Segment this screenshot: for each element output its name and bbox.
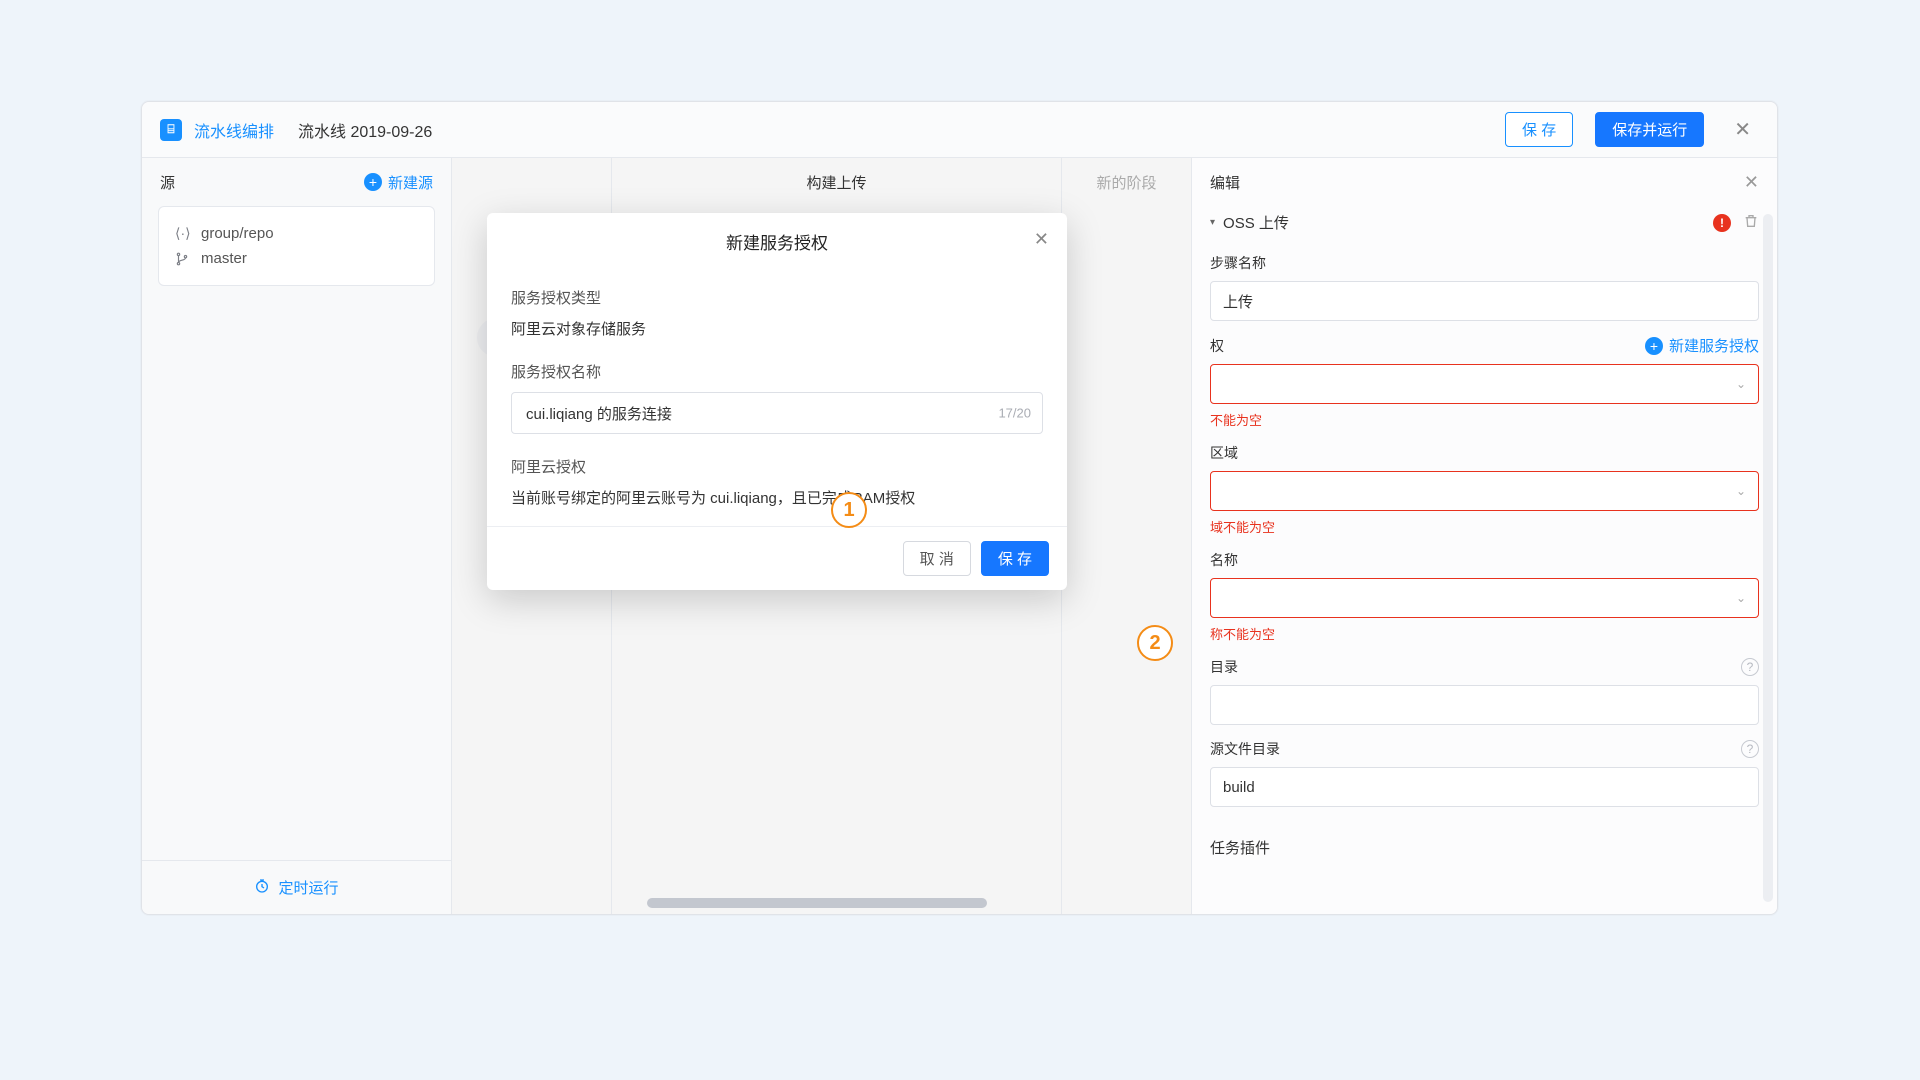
source-footer: 定时运行 <box>142 860 451 914</box>
source-repo: group/repo <box>201 225 274 242</box>
chevron-down-icon: ⌄ <box>1736 591 1746 605</box>
repo-icon: ⟨·⟩ <box>175 225 191 242</box>
new-service-auth-modal: 新建服务授权 ✕ 服务授权类型 阿里云对象存储服务 服务授权名称 17/20 阿… <box>487 213 1067 590</box>
header-title[interactable]: 流水线编排 <box>194 118 274 142</box>
callout-1: 1 <box>831 492 867 528</box>
task-plugins-heading: 任务插件 <box>1210 831 1759 864</box>
edit-panel: 编辑 ✕ ▾ OSS 上传 ! 步骤名称 上传 权 <box>1192 158 1777 914</box>
service-auth-label: 权 <box>1210 336 1224 356</box>
plus-circle-icon: + <box>364 173 382 191</box>
stage-3-column: 新的阶段 <box>1062 158 1192 914</box>
chevron-down-icon: ⌄ <box>1736 484 1746 498</box>
modal-footer: 取 消 保 存 <box>487 526 1067 590</box>
chevron-down-icon: ⌄ <box>1736 377 1746 391</box>
modal-close-icon[interactable]: ✕ <box>1034 229 1049 250</box>
bucket-name-error: 称不能为空 <box>1210 624 1759 643</box>
task-plugins-label: 任务插件 <box>1210 837 1270 858</box>
modal-body: 服务授权类型 阿里云对象存储服务 服务授权名称 17/20 阿里云授权 当前账号… <box>487 269 1067 526</box>
source-dir-input[interactable]: build <box>1210 767 1759 807</box>
target-dir-input[interactable] <box>1210 685 1759 725</box>
header-subtitle: 流水线 2019-09-26 <box>298 118 432 142</box>
caret-down-icon: ▾ <box>1210 217 1215 228</box>
ali-auth-label: 阿里云授权 <box>511 456 1043 477</box>
source-dir-value: build <box>1223 779 1255 796</box>
new-source-link[interactable]: + 新建源 <box>364 172 433 193</box>
target-dir-label-row: 目录 ? <box>1210 657 1759 677</box>
modal-header: 新建服务授权 ✕ <box>487 213 1067 269</box>
bucket-name-label: 名称 <box>1210 550 1759 570</box>
source-branch: master <box>201 250 247 267</box>
error-dot-icon: ! <box>1713 214 1731 232</box>
auth-type-value: 阿里云对象存储服务 <box>511 318 1043 339</box>
service-auth-row: 权 + 新建服务授权 <box>1210 335 1759 356</box>
auth-type-label: 服务授权类型 <box>511 287 1043 308</box>
header-bar: ⌸ 流水线编排 流水线 2019-09-26 保 存 保存并运行 ✕ <box>142 102 1777 158</box>
callout-2: 2 <box>1137 625 1173 661</box>
stage-2-heading: 构建上传 <box>806 172 866 193</box>
oss-upload-section[interactable]: ▾ OSS 上传 ! <box>1210 206 1759 239</box>
branch-icon <box>175 252 191 266</box>
stage-2-header: 构建上传 <box>612 158 1061 206</box>
bucket-name-select[interactable]: ⌄ <box>1210 578 1759 618</box>
ali-auth-desc: 当前账号绑定的阿里云账号为 cui.liqiang，且已完成RAM授权 <box>511 487 1043 508</box>
step-name-label: 步骤名称 <box>1210 253 1759 273</box>
source-card[interactable]: ⟨·⟩ group/repo master <box>158 206 435 286</box>
pipeline-icon: ⌸ <box>160 119 182 141</box>
scrollbar-vertical[interactable] <box>1763 214 1773 902</box>
auth-name-counter: 17/20 <box>998 406 1031 421</box>
callout-2-number: 2 <box>1149 632 1160 655</box>
target-dir-label: 目录 <box>1210 657 1238 677</box>
scrollbar-horizontal[interactable] <box>647 898 987 908</box>
source-dir-label: 源文件目录 <box>1210 739 1280 759</box>
stage-3-header: 新的阶段 <box>1062 158 1191 206</box>
edit-panel-body: ▾ OSS 上传 ! 步骤名称 上传 权 + 新建服务授权 <box>1192 206 1777 914</box>
service-auth-select[interactable]: ⌄ <box>1210 364 1759 404</box>
oss-upload-label: OSS 上传 <box>1223 212 1289 233</box>
clock-icon <box>254 878 270 898</box>
trash-icon[interactable] <box>1743 213 1759 233</box>
scheduled-run-label: 定时运行 <box>278 877 338 898</box>
step-name-input[interactable]: 上传 <box>1210 281 1759 321</box>
modal-save-button[interactable]: 保 存 <box>981 541 1049 576</box>
step-name-value: 上传 <box>1223 291 1253 312</box>
close-icon[interactable]: ✕ <box>1726 113 1759 146</box>
source-branch-row: master <box>175 246 418 271</box>
region-select[interactable]: ⌄ <box>1210 471 1759 511</box>
scheduled-run-link[interactable]: 定时运行 <box>254 877 338 898</box>
region-label: 区域 <box>1210 443 1759 463</box>
source-column: 源 + 新建源 ⟨·⟩ group/repo master <box>142 158 452 914</box>
auth-name-input[interactable] <box>511 392 1043 434</box>
source-repo-row: ⟨·⟩ group/repo <box>175 221 418 246</box>
help-icon[interactable]: ? <box>1741 658 1759 676</box>
edit-close-icon[interactable]: ✕ <box>1744 172 1759 193</box>
edit-panel-title: 编辑 <box>1210 172 1240 193</box>
edit-panel-header: 编辑 ✕ <box>1192 158 1777 206</box>
modal-title: 新建服务授权 <box>726 229 828 254</box>
modal-cancel-button[interactable]: 取 消 <box>903 541 971 576</box>
service-auth-error: 不能为空 <box>1210 410 1759 429</box>
save-and-run-button[interactable]: 保存并运行 <box>1595 112 1704 147</box>
new-source-label: 新建源 <box>388 172 433 193</box>
stage-3-heading: 新的阶段 <box>1096 172 1156 193</box>
source-dir-label-row: 源文件目录 ? <box>1210 739 1759 759</box>
source-heading: 源 <box>160 172 175 193</box>
callout-1-number: 1 <box>843 499 854 522</box>
auth-name-input-wrap: 17/20 <box>511 392 1043 434</box>
auth-name-label: 服务授权名称 <box>511 361 1043 382</box>
pipeline-icon-glyph: ⌸ <box>167 122 174 137</box>
new-service-auth-link[interactable]: + 新建服务授权 <box>1645 335 1759 356</box>
save-button[interactable]: 保 存 <box>1505 112 1573 147</box>
source-header: 源 + 新建源 <box>142 158 451 206</box>
help-icon-2[interactable]: ? <box>1741 740 1759 758</box>
new-service-auth-label: 新建服务授权 <box>1669 335 1759 356</box>
region-error: 域不能为空 <box>1210 517 1759 536</box>
plus-circle-icon-2: + <box>1645 337 1663 355</box>
